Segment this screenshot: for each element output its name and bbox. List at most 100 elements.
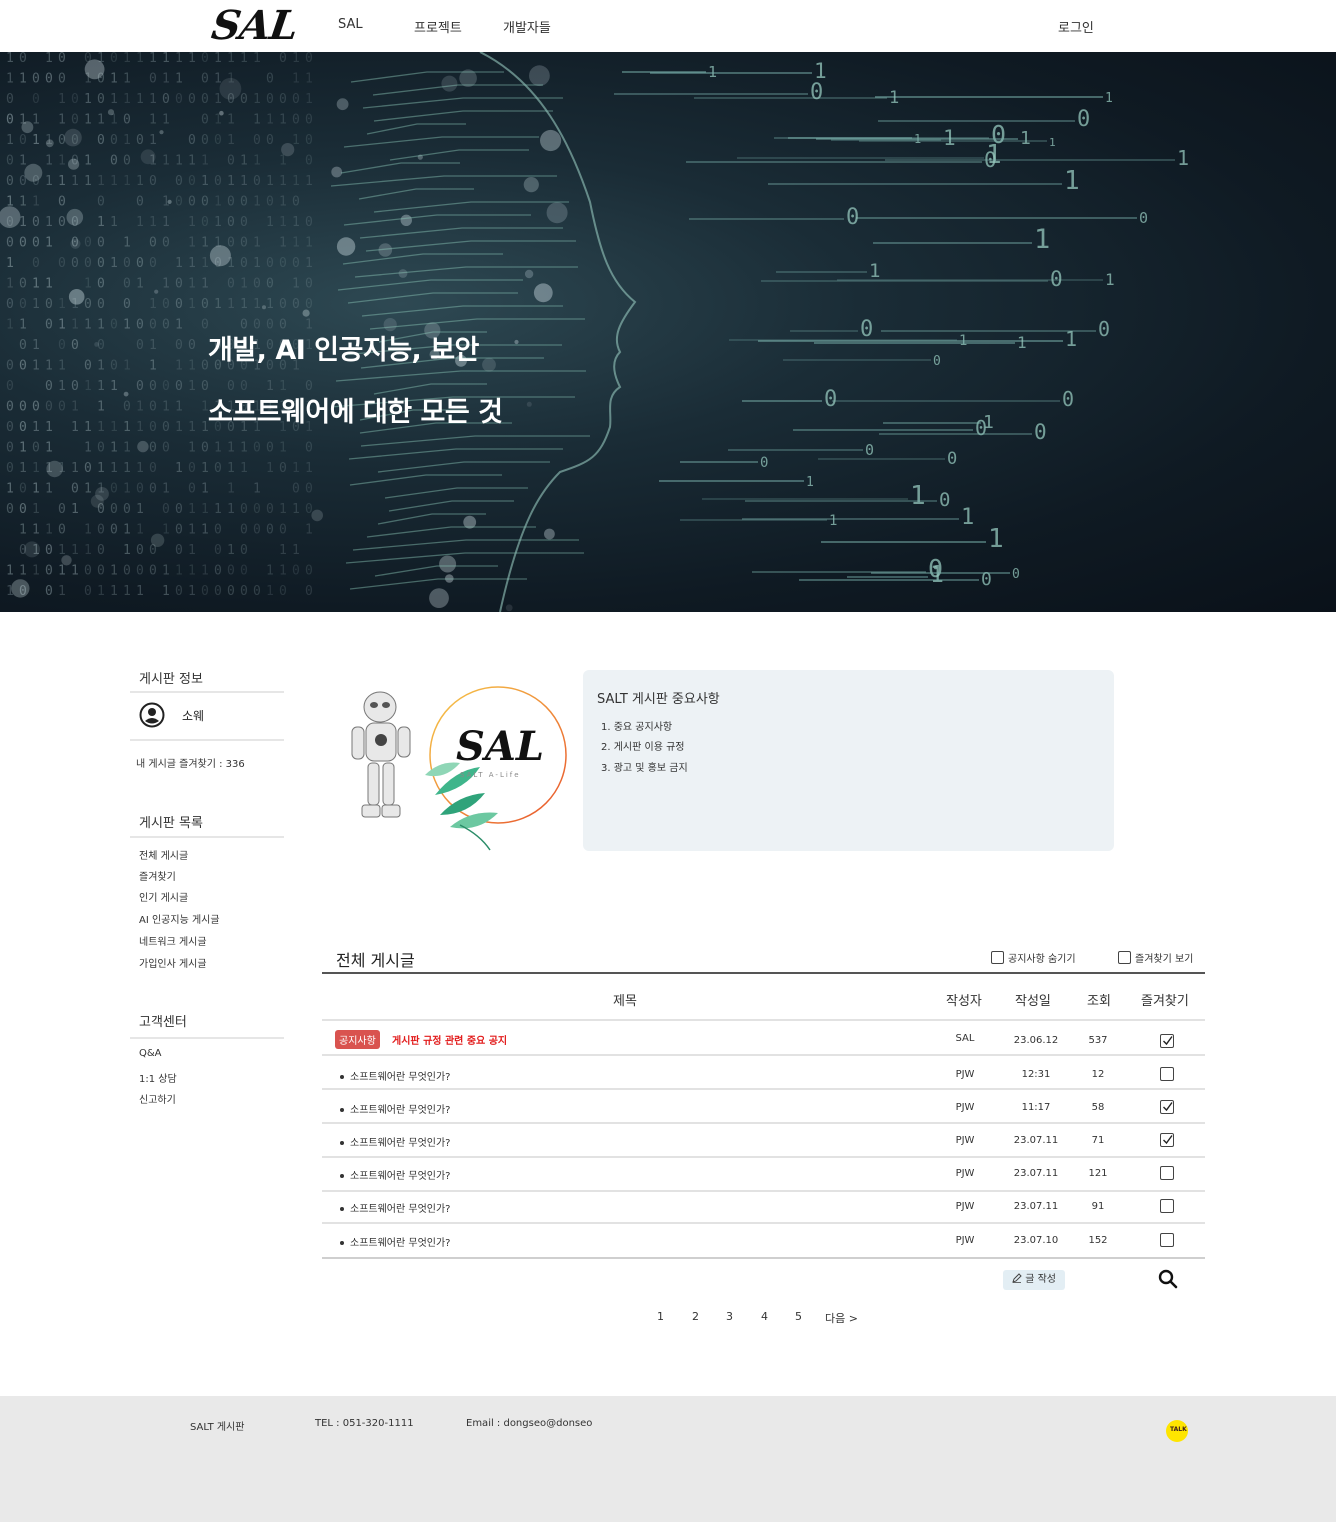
- post-title[interactable]: 소프트웨어란 무엇인가?: [340, 1101, 451, 1116]
- sidebar-item-network[interactable]: 네트워크 게시글: [139, 933, 207, 948]
- svg-text:0: 0: [175, 584, 183, 599]
- svg-text:1: 1: [279, 195, 287, 210]
- svg-text:0: 0: [305, 584, 313, 599]
- svg-text:0: 0: [253, 584, 261, 599]
- favorite-checkbox[interactable]: [1160, 1100, 1174, 1114]
- svg-text:0: 0: [865, 441, 874, 459]
- svg-text:1: 1: [32, 564, 40, 579]
- svg-text:0: 0: [266, 523, 274, 538]
- show-favorites-option[interactable]: 즐겨찾기 보기: [1118, 950, 1193, 965]
- svg-text:1: 1: [19, 154, 27, 169]
- sidebar-item-greetings[interactable]: 가입인사 게시글: [139, 955, 207, 970]
- checkmark-icon: [1163, 1135, 1173, 1145]
- svg-text:1: 1: [279, 564, 287, 579]
- svg-text:1: 1: [136, 523, 144, 538]
- svg-text:1: 1: [1105, 91, 1113, 106]
- svg-text:1: 1: [84, 482, 92, 497]
- login-link[interactable]: 로그인: [1058, 17, 1094, 36]
- page-3-link[interactable]: 3: [726, 1310, 733, 1323]
- sidebar-item-ai[interactable]: AI 인공지능 게시글: [139, 911, 220, 926]
- svg-text:0: 0: [6, 400, 14, 415]
- svg-text:0: 0: [824, 387, 837, 412]
- sidebar-item-report[interactable]: 신고하기: [139, 1091, 176, 1106]
- svg-text:0: 0: [97, 92, 105, 107]
- svg-text:1: 1: [240, 154, 248, 169]
- next-page-link[interactable]: 다음 >: [825, 1310, 858, 1326]
- write-post-button[interactable]: 글 작성: [1003, 1270, 1065, 1290]
- page-4-link[interactable]: 4: [761, 1310, 768, 1323]
- favorite-checkbox[interactable]: [1160, 1034, 1174, 1048]
- svg-text:1: 1: [123, 482, 131, 497]
- svg-text:0: 0: [1077, 107, 1090, 132]
- svg-text:0: 0: [1050, 267, 1063, 291]
- post-date: 23.07.10: [1013, 1235, 1059, 1246]
- page-2-link[interactable]: 2: [692, 1310, 699, 1323]
- post-title-text: 소프트웨어란 무엇인가?: [350, 1138, 451, 1149]
- svg-text:0: 0: [201, 113, 209, 128]
- hide-notice-checkbox[interactable]: [991, 951, 1004, 964]
- notice-item[interactable]: 1. 중요 공지사항: [601, 718, 672, 733]
- nav-developers[interactable]: 개발자들: [503, 17, 551, 36]
- svg-text:1: 1: [97, 420, 105, 435]
- notice-post-title[interactable]: 게시판 규정 관련 중요 공지: [392, 1032, 507, 1047]
- svg-text:0: 0: [110, 318, 118, 333]
- post-title[interactable]: 소프트웨어란 무엇인가?: [340, 1234, 451, 1249]
- nav-sal[interactable]: SAL: [338, 17, 363, 32]
- svg-text:0: 0: [162, 379, 170, 394]
- page-5-link[interactable]: 5: [795, 1310, 802, 1323]
- hero-ai-face-illustration: 1010010111111011110101100010110110110110…: [0, 52, 1189, 612]
- illustration-logo-text: SAL: [456, 723, 544, 770]
- svg-text:1: 1: [253, 297, 261, 312]
- hide-notice-label: 공지사항 숨기기: [1008, 954, 1076, 965]
- post-title[interactable]: 소프트웨어란 무엇인가?: [340, 1200, 451, 1215]
- post-title[interactable]: 소프트웨어란 무엇인가?: [340, 1068, 451, 1083]
- favorite-checkbox[interactable]: [1160, 1133, 1174, 1147]
- nav-projects[interactable]: 프로젝트: [414, 17, 462, 36]
- svg-text:1: 1: [214, 297, 222, 312]
- svg-text:1: 1: [149, 113, 157, 128]
- search-icon[interactable]: [1157, 1268, 1179, 1290]
- sidebar-item-qna[interactable]: Q&A: [139, 1048, 162, 1059]
- svg-text:1: 1: [305, 256, 313, 271]
- svg-text:0: 0: [240, 92, 248, 107]
- svg-text:1: 1: [175, 318, 183, 333]
- svg-text:1: 1: [136, 52, 144, 66]
- svg-text:1: 1: [58, 318, 66, 333]
- show-favorites-checkbox[interactable]: [1118, 951, 1131, 964]
- post-title[interactable]: 소프트웨어란 무엇인가?: [340, 1167, 451, 1182]
- bullet-icon: [340, 1108, 344, 1112]
- svg-text:1: 1: [110, 256, 118, 271]
- svg-text:0: 0: [58, 502, 66, 517]
- kakaotalk-icon[interactable]: TALK: [1166, 1420, 1188, 1442]
- svg-text:1: 1: [110, 92, 118, 107]
- svg-text:0: 0: [188, 482, 196, 497]
- hide-notice-option[interactable]: 공지사항 숨기기: [991, 950, 1076, 965]
- svg-text:1: 1: [279, 236, 287, 251]
- svg-text:0: 0: [58, 523, 66, 538]
- svg-text:1: 1: [32, 482, 40, 497]
- sidebar-item-favorites[interactable]: 즐겨찾기: [139, 868, 176, 883]
- favorite-checkbox[interactable]: [1160, 1199, 1174, 1213]
- support-heading: 고객센터: [139, 1015, 187, 1030]
- favorite-checkbox[interactable]: [1160, 1233, 1174, 1247]
- footer-tel: TEL : 051-320-1111: [315, 1418, 414, 1429]
- sidebar-item-popular[interactable]: 인기 게시글: [139, 889, 188, 904]
- page-1-link[interactable]: 1: [657, 1310, 664, 1323]
- svg-text:0: 0: [201, 584, 209, 599]
- svg-text:1: 1: [266, 584, 274, 599]
- svg-text:1: 1: [123, 92, 131, 107]
- svg-text:1: 1: [97, 379, 105, 394]
- svg-text:0: 0: [292, 195, 300, 210]
- post-title[interactable]: 소프트웨어란 무엇인가?: [340, 1134, 451, 1149]
- svg-text:1: 1: [305, 523, 313, 538]
- svg-text:1: 1: [19, 195, 27, 210]
- sidebar-item-all-posts[interactable]: 전체 게시글: [139, 847, 188, 862]
- favorite-checkbox[interactable]: [1160, 1067, 1174, 1081]
- site-logo[interactable]: SAL: [209, 2, 301, 49]
- svg-text:0: 0: [305, 277, 313, 292]
- notice-item[interactable]: 2. 게시판 이용 규정: [601, 738, 684, 753]
- notice-item[interactable]: 3. 광고 및 홍보 금지: [601, 759, 688, 774]
- favorite-checkbox[interactable]: [1160, 1166, 1174, 1180]
- svg-text:1: 1: [6, 72, 14, 87]
- sidebar-item-consult[interactable]: 1:1 상담: [139, 1070, 177, 1085]
